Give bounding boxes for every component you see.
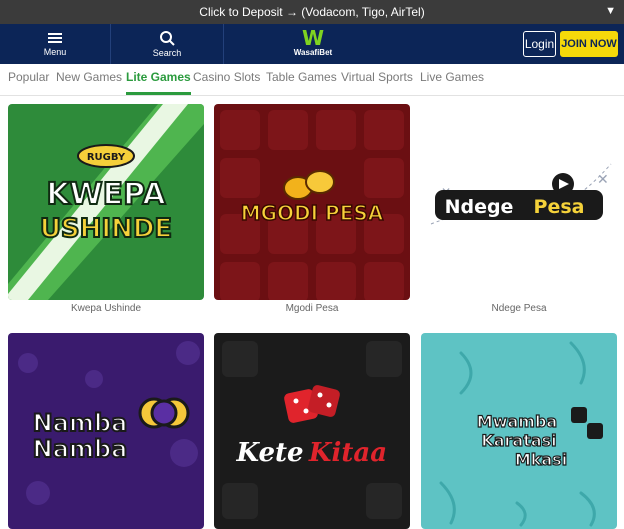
game-art-line-1: KWEPA (46, 177, 166, 212)
tab-live-games[interactable]: Live Games (420, 64, 484, 95)
search-icon (160, 31, 175, 46)
game-art-line-1: Ndege (445, 196, 514, 218)
game-art-line-2: USHINDE (40, 214, 172, 244)
search-label: Search (152, 48, 182, 58)
game-thumbnail[interactable]: Mwamba Karatasi Mkasi (421, 333, 617, 529)
logo-icon: W (301, 26, 325, 50)
game-art-line-2: Pesa (534, 196, 585, 218)
tab-table-games[interactable]: Table Games (266, 64, 337, 95)
login-button[interactable]: Login (523, 31, 556, 57)
game-title[interactable]: Kwepa Ushinde (8, 303, 204, 314)
hand-icon (587, 423, 603, 439)
deposit-banner[interactable]: Click to Deposit → (Vodacom, Tigo, AirTe… (0, 0, 624, 24)
tab-new-games[interactable]: New Games (56, 64, 122, 95)
site-header: Menu Search W WasafiBet Login JOIN NOW (0, 24, 624, 64)
deposit-banner-text: Click to Deposit → (Vodacom, Tigo, AirTe… (199, 5, 425, 19)
game-art-line-2: Kitaa (308, 438, 387, 468)
logo-text: WasafiBet (293, 48, 333, 57)
hand-icon (571, 407, 587, 423)
hamburger-icon (48, 31, 62, 45)
tab-virtual-sports[interactable]: Virtual Sports (341, 64, 413, 95)
game-art-line-2: Karatasi (481, 431, 556, 450)
site-logo[interactable]: W WasafiBet (286, 28, 340, 62)
menu-label: Menu (43, 47, 67, 57)
game-thumbnail[interactable]: Namba Namba (8, 333, 204, 529)
join-now-button[interactable]: JOIN NOW (560, 31, 618, 57)
game-art-line-1: Kete (235, 438, 303, 468)
game-art-title: MGODI PESA (241, 201, 384, 225)
menu-button[interactable]: Menu (0, 24, 111, 64)
game-thumbnail[interactable]: ✕ ✕ Ndege Pesa (421, 104, 617, 300)
game-title[interactable]: Mgodi Pesa (214, 303, 410, 314)
game-art-line-3: Mkasi (515, 450, 567, 469)
tab-popular[interactable]: Popular (8, 64, 49, 95)
search-button[interactable]: Search (111, 24, 224, 64)
game-art-line-1: Namba (33, 409, 128, 437)
game-title[interactable]: Ndege Pesa (421, 303, 617, 314)
tab-casino-slots[interactable]: Casino Slots (193, 64, 260, 95)
game-art-line-2: Namba (33, 435, 128, 463)
game-art-line-1: Mwamba (477, 412, 557, 431)
rugby-badge: RUGBY (87, 152, 126, 163)
chevron-down-icon[interactable]: ▼ (605, 5, 616, 17)
game-thumbnail[interactable]: MGODI PESA (214, 104, 410, 300)
game-thumbnail[interactable]: RUGBY KWEPA USHINDE (8, 104, 204, 300)
x-mark-icon: ✕ (597, 172, 609, 188)
tab-lite-games[interactable]: Lite Games (126, 64, 191, 95)
category-tabs: Popular New Games Lite Games Casino Slot… (0, 64, 624, 96)
game-thumbnail[interactable]: Kete Kitaa (214, 333, 410, 529)
